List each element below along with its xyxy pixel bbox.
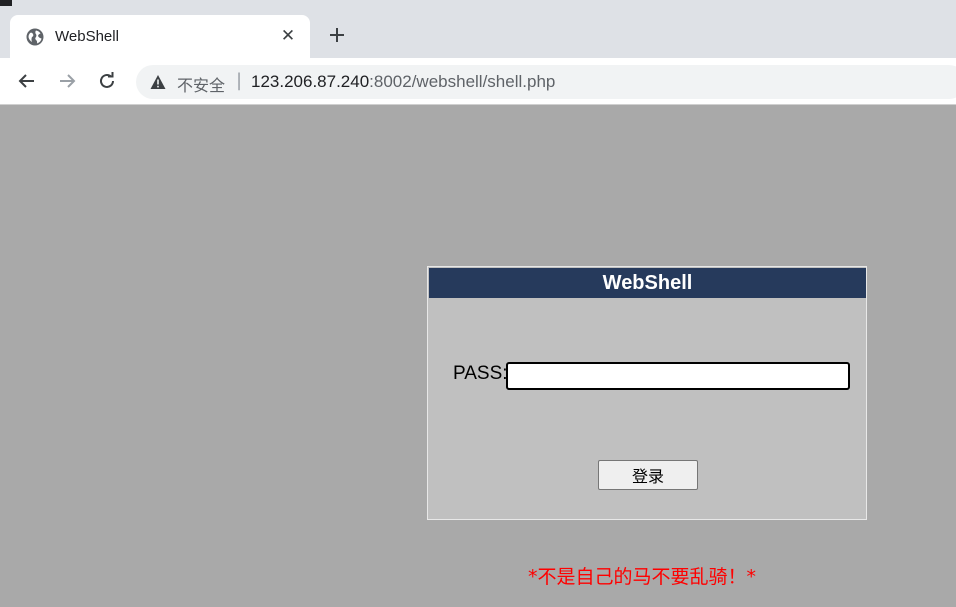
new-tab-button[interactable]	[325, 23, 349, 47]
tab-webshell[interactable]: WebShell ✕	[10, 15, 310, 58]
pass-label: PASS:	[453, 363, 508, 384]
tab-strip: WebShell ✕	[0, 6, 956, 58]
url-text[interactable]: 123.206.87.240:8002/webshell/shell.php	[251, 72, 555, 92]
warning-triangle-icon	[150, 75, 166, 89]
browser-toolbar: 不安全 | 123.206.87.240:8002/webshell/shell…	[0, 58, 956, 105]
security-label[interactable]: 不安全	[177, 72, 225, 96]
pass-input[interactable]	[506, 362, 850, 390]
reload-icon	[100, 72, 114, 88]
globe-icon	[26, 28, 44, 46]
login-panel-title: WebShell	[429, 268, 866, 298]
tab-title: WebShell	[55, 28, 119, 45]
plus-icon	[330, 28, 344, 42]
address-separator: |	[236, 70, 243, 91]
forward-arrow-icon	[60, 74, 76, 88]
reload-button[interactable]	[95, 69, 119, 93]
url-path: :8002/webshell/shell.php	[369, 72, 556, 91]
back-arrow-icon	[18, 74, 34, 88]
back-button[interactable]	[15, 69, 39, 93]
url-host: 123.206.87.240	[251, 72, 370, 91]
warning-message: *不是自己的马不要乱骑！*	[528, 566, 757, 588]
login-panel: WebShell PASS: 登录	[427, 266, 867, 520]
address-bar[interactable]: 不安全 | 123.206.87.240:8002/webshell/shell…	[136, 65, 956, 99]
login-button[interactable]: 登录	[598, 460, 698, 490]
tab-close-icon[interactable]: ✕	[278, 26, 298, 46]
forward-button[interactable]	[55, 69, 79, 93]
